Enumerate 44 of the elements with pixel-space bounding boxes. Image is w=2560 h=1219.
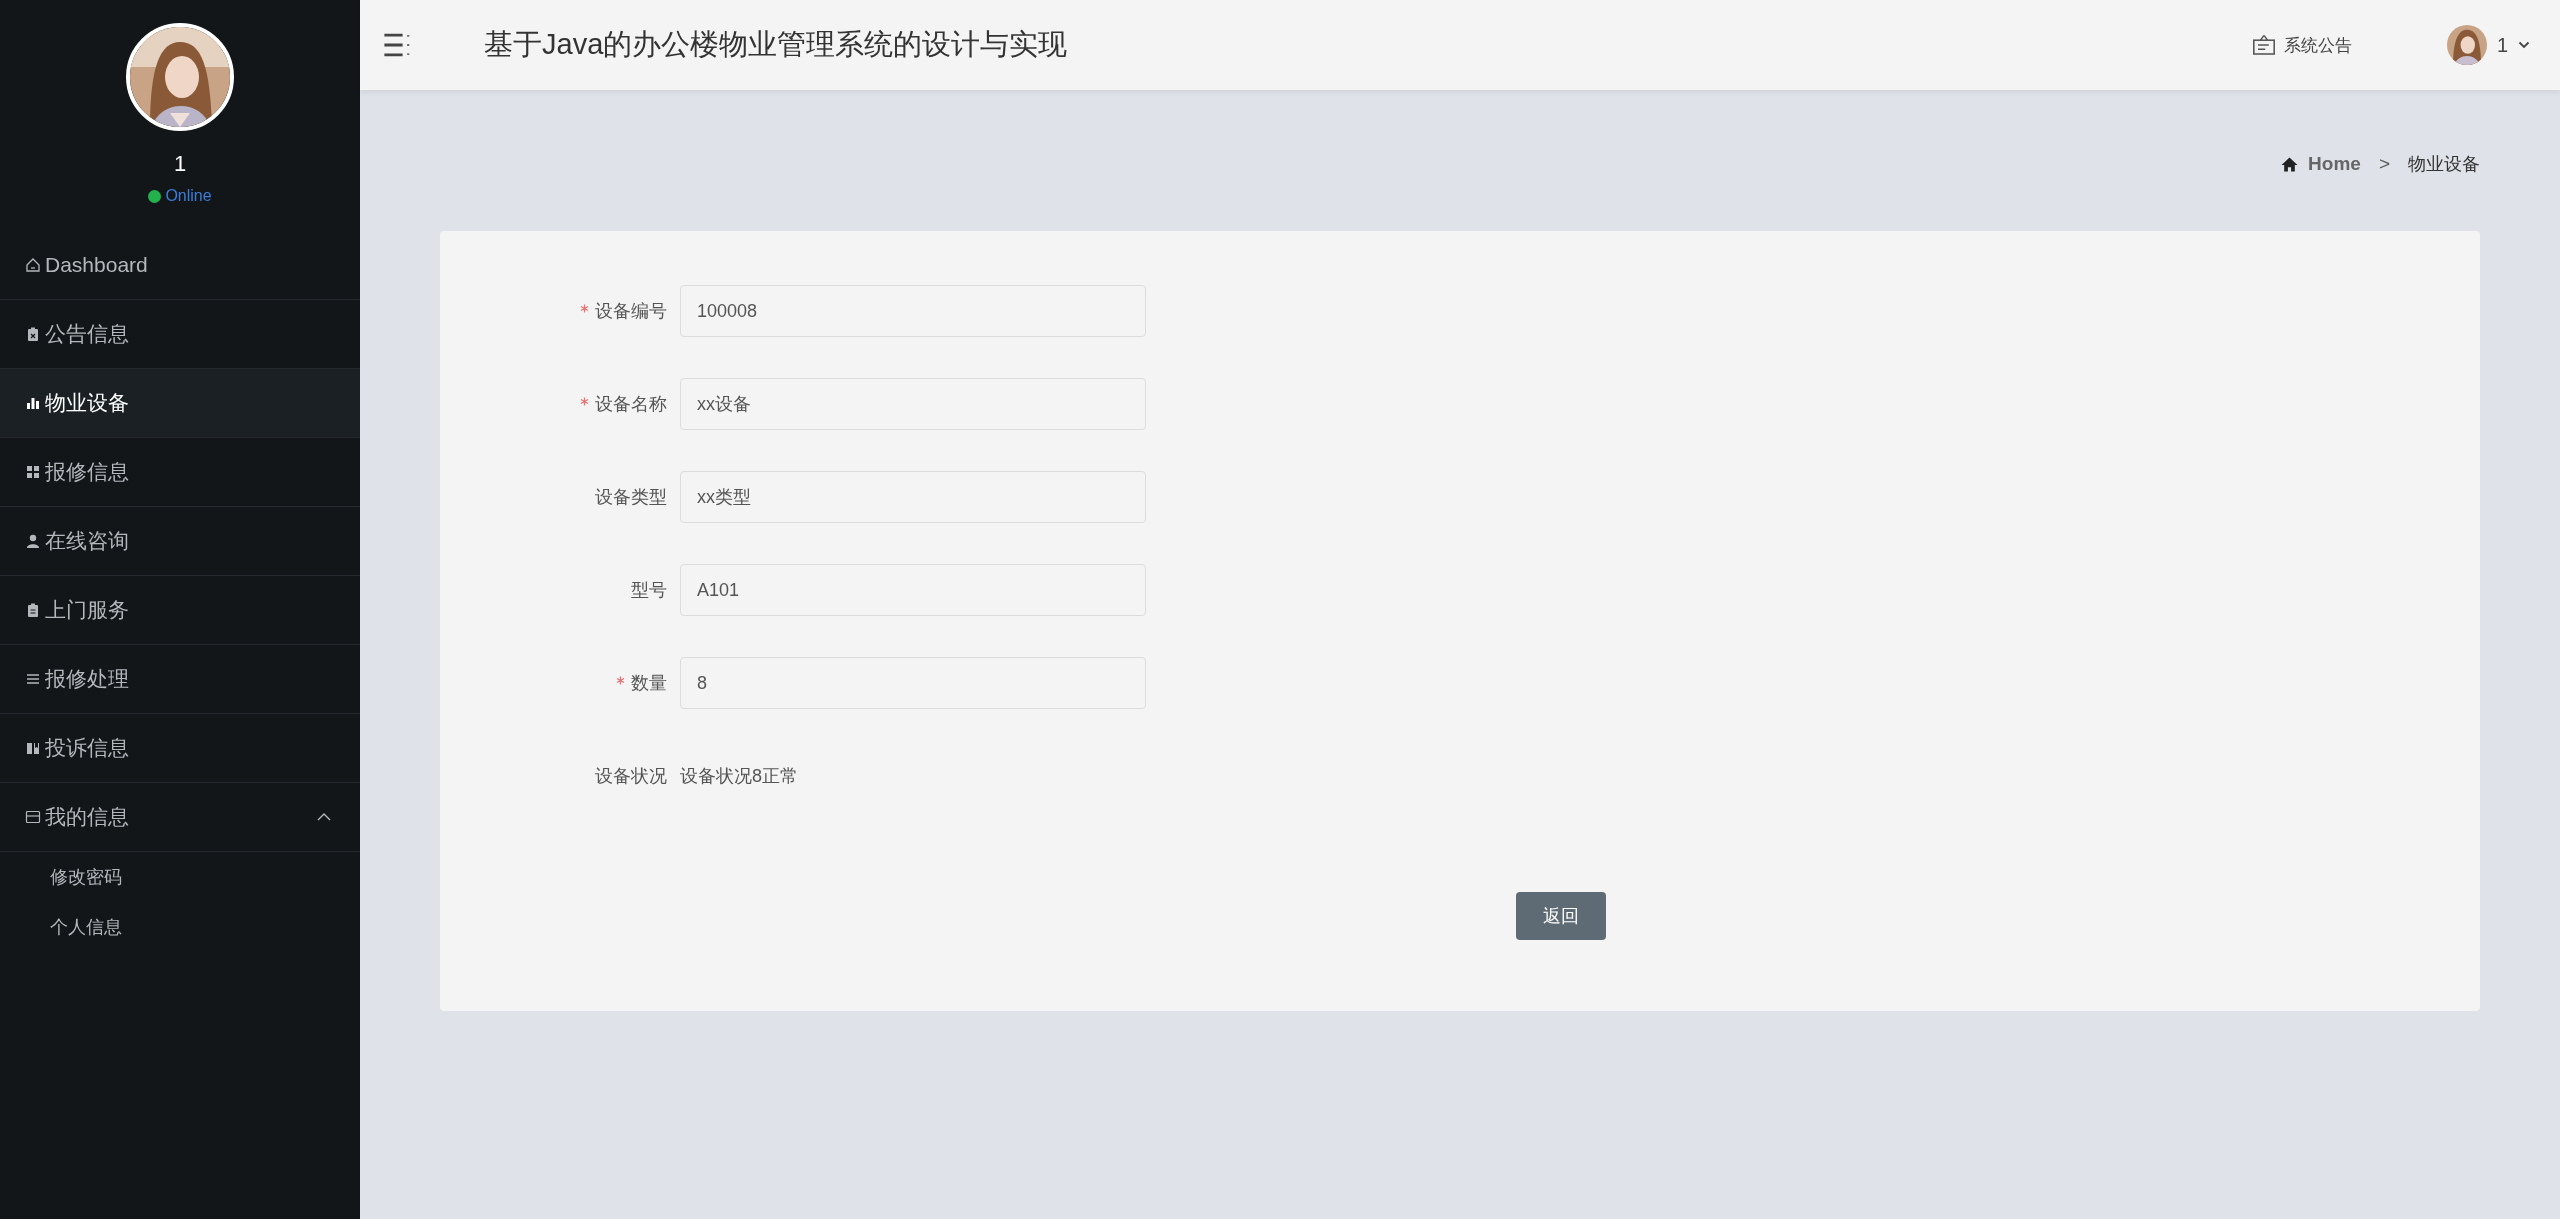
chevron-down-icon (2518, 41, 2530, 49)
breadcrumb-separator: > (2378, 153, 2390, 175)
input-field[interactable]: xx设备 (680, 378, 1146, 430)
back-button[interactable]: 返回 (1516, 892, 1606, 940)
bar-chart-icon (25, 395, 41, 411)
field-label: 设备编号 (595, 300, 667, 323)
menu-item[interactable]: 报修处理 (0, 645, 360, 714)
input-field[interactable]: 8 (680, 657, 1146, 709)
menu-item[interactable]: 投诉信息 (0, 714, 360, 783)
app-title: 基于Java的办公楼物业管理系统的设计与实现 (484, 27, 1068, 62)
menu-item[interactable]: 上门服务 (0, 576, 360, 645)
home-icon (25, 257, 41, 273)
field-label: 设备名称 (595, 393, 667, 416)
menu-item[interactable]: 报修信息 (0, 438, 360, 507)
menu-icon (383, 32, 411, 58)
submenu-item[interactable]: 个人信息 (0, 902, 122, 952)
input-field[interactable]: 100008 (680, 285, 1146, 337)
breadcrumb-link[interactable]: Home (2308, 153, 2361, 175)
field-label: 设备状况 (595, 765, 667, 788)
field-label: 数量 (631, 672, 667, 695)
menu-item[interactable]: 在线咨询 (0, 507, 360, 576)
book-icon (25, 740, 41, 756)
signboard-icon (2251, 34, 2276, 56)
field-value: 设备状况8正常 (680, 765, 798, 788)
submenu-item[interactable]: 修改密码 (0, 852, 122, 902)
clipboard-icon (25, 326, 41, 342)
grid-icon (25, 464, 41, 480)
menu-item[interactable]: Dashboard (0, 231, 360, 300)
window-icon (25, 809, 41, 825)
status-text: Online (165, 187, 212, 205)
user-icon (25, 533, 41, 549)
menu-item[interactable]: 我的信息 (0, 783, 360, 852)
menu-item[interactable]: 物业设备 (0, 369, 360, 438)
breadcrumb-current: 物业设备 (2408, 153, 2480, 176)
list-icon (25, 671, 41, 687)
field-label: 型号 (631, 579, 667, 602)
user-menu[interactable]: 1 (2446, 25, 2530, 65)
input-field[interactable]: A101 (680, 564, 1146, 616)
field-label: 设备类型 (595, 486, 667, 509)
input-field[interactable]: xx类型 (680, 471, 1146, 523)
home-icon (2281, 156, 2299, 172)
announcement-link[interactable]: 系统公告 (2251, 33, 2352, 57)
user-name: 1 (173, 151, 187, 177)
clipboard-icon (25, 602, 41, 618)
